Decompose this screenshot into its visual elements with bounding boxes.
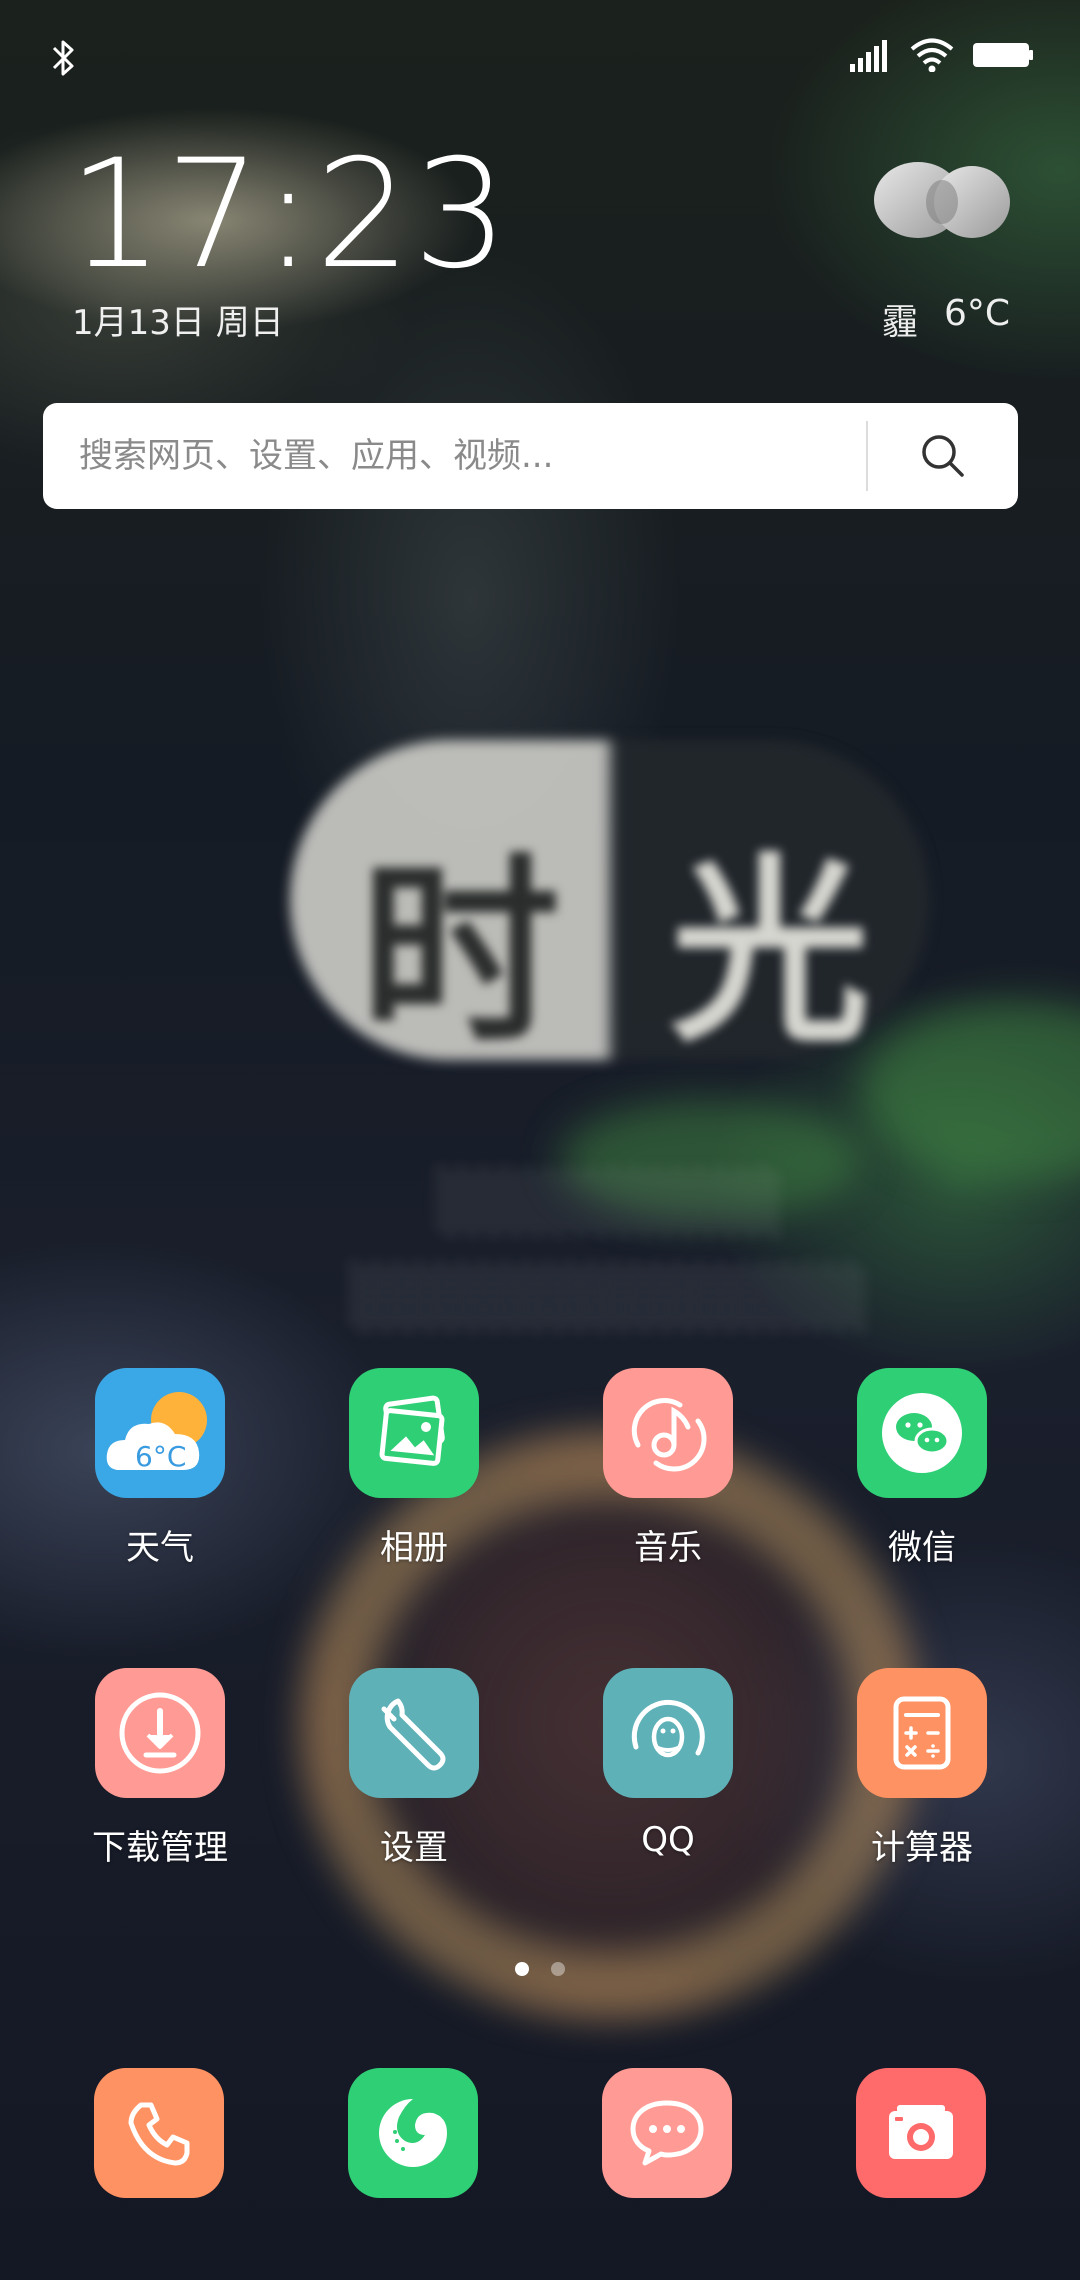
app-qq[interactable]: QQ <box>541 1668 795 1860</box>
messages-app-icon <box>602 2068 732 2198</box>
browser-app-icon <box>348 2068 478 2198</box>
download-app-icon <box>95 1668 225 1798</box>
app-label: 相册 <box>380 1528 448 1568</box>
download-icon <box>119 1692 201 1774</box>
app-settings[interactable]: 设置 <box>287 1668 541 1869</box>
search-button[interactable] <box>868 403 1018 509</box>
wallpaper-subtext: ░░░░░░░░ <box>437 1170 783 1235</box>
app-label: 下载管理 <box>92 1828 228 1868</box>
weather-cloud-sun-icon <box>106 1392 207 1470</box>
clock-date[interactable]: 1月13日 周日 <box>72 295 284 344</box>
app-label: 微信 <box>888 1528 956 1568</box>
app-music[interactable]: 音乐 <box>541 1368 795 1569</box>
messages-icon <box>630 2100 704 2166</box>
browser-swirl-icon <box>379 2099 447 2167</box>
wrench-icon <box>381 1698 446 1771</box>
signal-icon <box>850 40 887 72</box>
wechat-app-icon <box>857 1368 987 1498</box>
search-icon <box>922 435 964 477</box>
gallery-photos-icon <box>379 1395 445 1466</box>
app-download-manager[interactable]: 下载管理 <box>33 1668 287 1869</box>
search-input[interactable] <box>43 403 866 509</box>
status-bar <box>0 0 1080 110</box>
weather-temperature: 6°C <box>943 293 1010 334</box>
wallpaper-character: 光 <box>670 837 871 1070</box>
page-dot[interactable] <box>551 1962 565 1976</box>
clock-time[interactable]: 17:23 <box>68 140 510 290</box>
bluetooth-icon <box>52 40 74 76</box>
app-label: 计算器 <box>871 1828 973 1868</box>
app-wechat[interactable]: 微信 <box>795 1368 1049 1569</box>
dock-messages[interactable] <box>540 2068 794 2198</box>
music-app-icon <box>603 1368 733 1498</box>
dock-browser[interactable] <box>286 2068 540 2198</box>
app-gallery[interactable]: 相册 <box>287 1368 541 1569</box>
haze-icon[interactable] <box>872 160 1012 240</box>
app-label: QQ <box>641 1820 695 1860</box>
app-label: 音乐 <box>634 1528 702 1568</box>
weather-summary[interactable]: 霾 6°C <box>882 293 1010 345</box>
phone-icon <box>128 2102 190 2166</box>
page-dot-active[interactable] <box>515 1962 529 1976</box>
app-weather[interactable]: 6°C 天气 <box>33 1368 287 1569</box>
calculator-app-icon <box>857 1668 987 1798</box>
app-label: 天气 <box>126 1528 194 1568</box>
app-calculator[interactable]: 计算器 <box>795 1668 1049 1869</box>
app-label: 设置 <box>380 1828 448 1868</box>
qq-app-icon <box>603 1668 733 1798</box>
weather-app-icon: 6°C <box>95 1368 225 1498</box>
qq-penguin-icon <box>631 1699 705 1758</box>
wallpaper-subtext: ░░░░░░░░░░░░ <box>351 1265 869 1330</box>
dock-phone[interactable] <box>32 2068 286 2198</box>
settings-app-icon <box>349 1668 479 1798</box>
camera-icon <box>889 2105 953 2159</box>
weather-app-temperature: 6°C <box>135 1440 187 1473</box>
music-note-icon <box>631 1398 707 1472</box>
camera-app-icon <box>856 2068 986 2198</box>
wallpaper-character: 时 <box>360 837 561 1070</box>
search-bar[interactable] <box>43 403 1018 509</box>
wechat-icon <box>882 1393 962 1473</box>
page-indicator <box>0 1962 1080 1976</box>
wifi-icon <box>910 38 954 72</box>
dock-camera[interactable] <box>794 2068 1048 2198</box>
battery-icon <box>973 43 1033 67</box>
phone-app-icon <box>94 2068 224 2198</box>
calculator-icon <box>893 1696 951 1770</box>
weather-condition: 霾 <box>881 302 918 343</box>
status-icons <box>850 38 1034 72</box>
gallery-app-icon <box>349 1368 479 1498</box>
